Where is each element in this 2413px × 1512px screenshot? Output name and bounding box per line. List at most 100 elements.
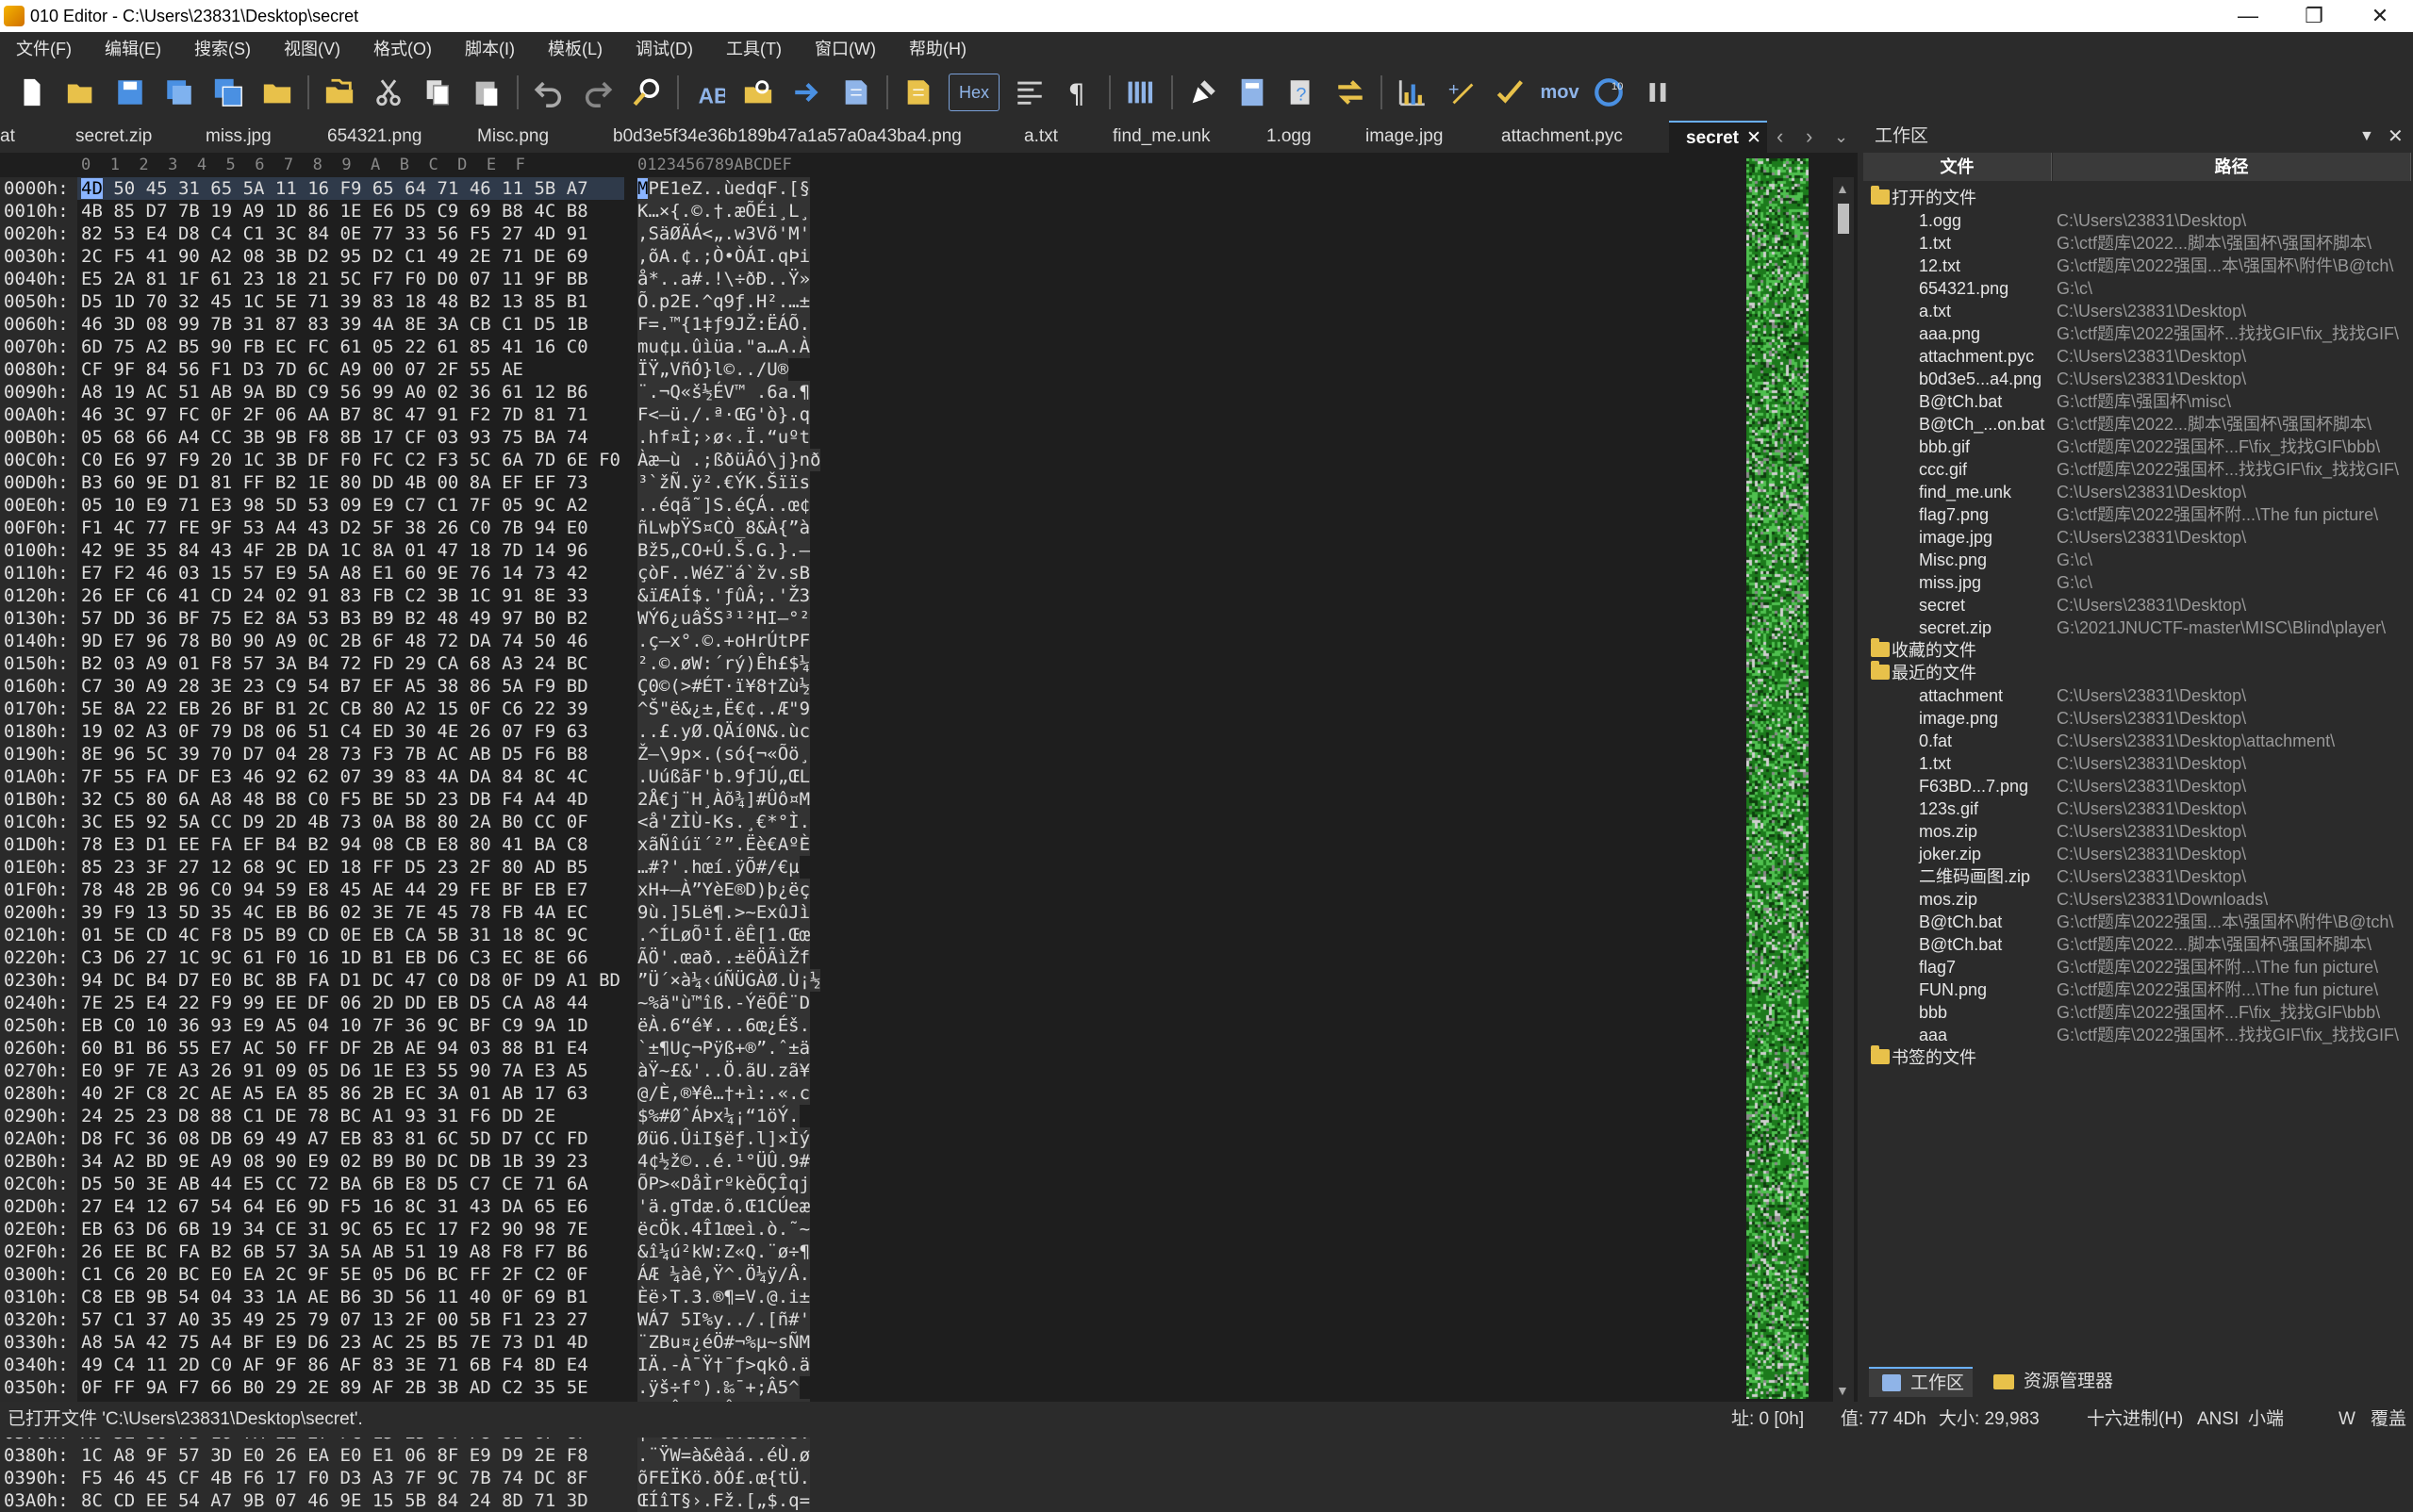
tree-item[interactable]: attachment.pyc C:\Users\23831\Desktop\ [1863,345,2413,368]
hex-row[interactable]: 0220h: C3 D6 27 1C 9C 61 F0 16 1D B1 EB D… [0,946,1848,969]
row-text[interactable]: &î¼ú²kW:Z«Q.¨ø÷¶ [637,1241,811,1263]
tree-item[interactable]: flag7 G:\ctf题库\2022强国杯附...\The fun pictur… [1863,956,2413,978]
row-hex-bytes[interactable]: 05 10 E9 71 E3 98 5D 53 09 E9 C7 C1 7F 0… [81,494,588,517]
row-text[interactable]: .^ÍLøÕ¹Í.ëÊ[1.Œœ [637,924,811,946]
tree-item[interactable]: B@tCh.bat G:\ctf题库\强国杯\misc\ [1863,390,2413,413]
row-hex-bytes[interactable]: 78 E3 D1 EE FA EF B4 B2 94 08 CB E8 80 4… [81,833,588,856]
hex-row[interactable]: 0280h: 40 2F C8 2C AE A5 EA 85 86 2B EC 3… [0,1082,1848,1105]
hex-row[interactable]: 02C0h: D5 50 3E AB 44 E5 CC 72 BA 6B E8 D… [0,1173,1848,1195]
paste-icon[interactable] [468,74,505,111]
hex-row[interactable]: 0340h: 49 C4 11 2D C0 AF 9F 86 AF 83 3E 7… [0,1354,1848,1376]
status-endian[interactable]: 小端 [2248,1402,2284,1438]
menu-item[interactable]: 脚本(I) [449,36,515,60]
row-text[interactable]: çòF..WéZ¨á`žv.sB [637,562,811,584]
row-text[interactable]: MPE1eZ..ùedqF.[§ [637,177,811,200]
hex-row[interactable]: 02A0h: D8 FC 36 08 DB 69 49 A7 EB 83 81 6… [0,1127,1848,1150]
row-text[interactable]: Õ.p2E.^q9ƒ.H².…± [637,290,811,313]
cut-icon[interactable] [370,74,407,111]
hex-row[interactable]: 01D0h: 78 E3 D1 EE FA EF B4 B2 94 08 CB E… [0,833,1848,856]
row-hex-bytes[interactable]: 7F 55 FA DF E3 46 92 62 07 39 83 4A DA 8… [81,765,588,788]
hex-row[interactable]: 0310h: C8 EB 9B 54 04 33 1A AE B6 3D 56 1… [0,1286,1848,1308]
row-hex-bytes[interactable]: 57 DD 36 BF 75 E2 8A 53 B3 B9 B2 48 49 9… [81,607,588,630]
tree-item[interactable]: 1.ogg C:\Users\23831\Desktop\ [1863,209,2413,232]
tree-item[interactable]: 123s.gif C:\Users\23831\Desktop\ [1863,797,2413,820]
row-hex-bytes[interactable]: 26 EF C6 41 CD 24 02 91 83 FB C2 3B 1C 9… [81,584,588,607]
row-hex-bytes[interactable]: 24 25 23 D8 88 C1 DE 78 BC A1 93 31 F6 D… [81,1105,555,1127]
hex-row[interactable]: 0050h: D5 1D 70 32 45 1C 5E 71 39 83 18 4… [0,290,1848,313]
row-hex-bytes[interactable]: 3C E5 92 5A CC D9 2D 4B 73 0A B8 80 2A B… [81,811,588,833]
hex-row[interactable]: 00D0h: B3 60 9E D1 81 FF B2 1E 80 DD 4B 0… [0,471,1848,494]
row-text[interactable]: ..éqã˜]S.éÇÁ..œ¢ [637,494,811,517]
row-hex-bytes[interactable]: 01 5E CD 4C F8 D5 B9 CD 0E EB CA 5B 31 1… [81,924,588,946]
row-text[interactable]: .¨ŸW=à&êàá..éÙ.ø [637,1444,811,1467]
row-text[interactable]: F<—ü./.ª·ŒG'ò}.q [637,403,811,426]
row-hex-bytes[interactable]: 94 DC B4 D7 E0 BC 8B FA D1 DC 47 C0 D8 0… [81,969,620,992]
save-icon[interactable] [111,74,149,111]
pilcrow-icon[interactable]: ¶ [1060,74,1098,111]
tree-item[interactable]: F63BD...7.png C:\Users\23831\Desktop\ [1863,775,2413,797]
tree-item[interactable]: mos.zip C:\Users\23831\Downloads\ [1863,888,2413,911]
row-hex-bytes[interactable]: D8 FC 36 08 DB 69 49 A7 EB 83 81 6C 5D D… [81,1127,588,1150]
row-hex-bytes[interactable]: 4D 50 45 31 65 5A 11 16 F9 65 64 71 46 1… [81,177,588,200]
compare-icon[interactable] [1331,74,1369,111]
tree-item[interactable]: a.txt C:\Users\23831\Desktop\ [1863,300,2413,322]
tree-item[interactable]: joker.zip C:\Users\23831\Desktop\ [1863,843,2413,865]
row-text[interactable]: &ïÆAÍ$.'ƒûÂ;.'Ž3 [637,584,811,607]
panel-close-icon[interactable]: ✕ [2388,121,2404,153]
menu-item[interactable]: 编辑(E) [89,36,161,60]
tree-item[interactable]: image.jpg C:\Users\23831\Desktop\ [1863,526,2413,549]
view-icon[interactable] [1011,74,1049,111]
row-text[interactable]: ¨.¬Q«š½ÉV™ .6a.¶ [637,381,811,403]
workspace-icon[interactable] [321,74,358,111]
hex-editor[interactable]: 0 1 2 3 4 5 6 7 8 9 A B C D E F 01234567… [0,153,1858,1512]
row-text[interactable]: …#?'.hœí.ÿÕ#/€­µ [637,856,800,879]
hex-row[interactable]: 0290h: 24 25 23 D8 88 C1 DE 78 BC A1 93 3… [0,1105,1848,1127]
hex-row[interactable]: 0080h: CF 9F 84 56 F1 D3 7D 6C A9 00 07 2… [0,358,1848,381]
hex-row[interactable]: 0200h: 39 F9 13 5D 35 4C EB B6 02 3E 7E 4… [0,901,1848,924]
row-hex-bytes[interactable]: 8C CD EE 54 A7 9B 07 46 9E 15 5B 84 24 8… [81,1489,588,1512]
tree-item[interactable]: FUN.png G:\ctf题库\2022强国杯附...\The fun pict… [1863,978,2413,1001]
row-text[interactable]: xãÑîúï´²”.Ëè€AºÈ [637,833,811,856]
hex-row[interactable]: 0000h: 4D 50 45 31 65 5A 11 16 F9 65 64 7… [0,177,1848,200]
row-text[interactable]: `±¶Uç¬Pÿß+®”.ˆ±ä [637,1037,811,1060]
tree-item[interactable]: 654321.png G:\c\ [1863,277,2413,300]
tree-item[interactable]: aaa G:\ctf题库\2022强国杯...找找GIF\fix_找找GIF\ [1863,1024,2413,1046]
row-hex-bytes[interactable]: 46 3C 97 FC 0F 2F 06 AA B7 8C 47 91 F2 7… [81,403,588,426]
base-convert-icon[interactable]: 10 [1590,74,1628,111]
row-hex-bytes[interactable]: 2C F5 41 90 A2 08 3B D2 95 D2 C1 49 2E 7… [81,245,588,268]
hex-row[interactable]: 0390h: F5 46 45 CF 4B F6 17 F0 D3 A3 7F 9… [0,1467,1848,1489]
scroll-thumb[interactable] [1838,204,1849,234]
save-as-icon[interactable] [160,74,198,111]
row-text[interactable]: WÁ7 5I%y../.[ñ#' [637,1308,811,1331]
hex-row[interactable]: 01E0h: 85 23 3F 27 12 68 9C ED 18 FF D5 2… [0,856,1848,879]
row-hex-bytes[interactable]: C0 E6 97 F9 20 1C 3B DF F0 FC C2 F3 5C 6… [81,449,620,471]
template-icon[interactable] [900,74,937,111]
menu-item[interactable]: 视图(V) [268,36,340,60]
hex-row[interactable]: 02E0h: EB 63 D6 6B 19 34 CE 31 9C 65 EC 1… [0,1218,1848,1241]
tree-item[interactable]: 1.txt C:\Users\23831\Desktop\ [1863,752,2413,775]
row-hex-bytes[interactable]: 9D E7 96 78 B0 90 A9 0C 2B 6F 48 72 DA 7… [81,630,588,652]
hex-row[interactable]: 0060h: 46 3D 08 99 7B 31 87 83 39 4A 8E 3… [0,313,1848,336]
row-text[interactable]: ³`žÑ.ÿ².€ÝK.Šïïs [637,471,811,494]
menu-item[interactable]: 窗口(W) [799,36,876,60]
row-text[interactable]: Èë›T.3.®¶=V.@.i± [637,1286,811,1308]
tree-item[interactable]: mos.zip C:\Users\23831\Desktop\ [1863,820,2413,843]
status-edit-mode[interactable]: 十六进制(H) [2087,1402,2183,1438]
hex-row[interactable]: 0140h: 9D E7 96 78 B0 90 A9 0C 2B 6F 48 7… [0,630,1848,652]
row-text[interactable]: xH+–À”YèE®D)þ¿ëç [637,879,811,901]
tab-list-icon[interactable]: ⌄ [1834,121,1848,153]
tree-item[interactable]: 12.txt G:\ctf题库\2022强国...本\强国杯\附件\B@tch\ [1863,255,2413,277]
row-text[interactable]: 4¢½ž©..é.¹°ÜÛ.9# [637,1150,811,1173]
row-hex-bytes[interactable]: F5 46 45 CF 4B F6 17 F0 D3 A3 7F 9C 7B 7… [81,1467,588,1489]
row-hex-bytes[interactable]: A8 5A 42 75 A4 BF E9 D6 23 AC 25 B5 7E 7… [81,1331,588,1354]
tree-item[interactable]: find_me.unk C:\Users\23831\Desktop\ [1863,481,2413,503]
hex-row[interactable]: 0330h: A8 5A 42 75 A4 BF E9 D6 23 AC 25 B… [0,1331,1848,1354]
tab-prev-icon[interactable]: ‹ [1777,121,1783,153]
menu-item[interactable]: 文件(F) [0,36,72,60]
hex-row[interactable]: 0010h: 4B 85 D7 7B 19 A9 1D 86 1E E6 D5 C… [0,200,1848,222]
row-hex-bytes[interactable]: 7E 25 E4 22 F9 99 EE DF 06 2D DD EB D5 C… [81,992,588,1014]
maximize-button[interactable]: ❐ [2281,0,2347,32]
hex-row[interactable]: 01F0h: 78 48 2B 96 C0 94 59 E8 45 AE 44 2… [0,879,1848,901]
row-hex-bytes[interactable]: C1 C6 20 BC E0 EA 2C 9F 5E 05 D6 BC FF 2… [81,1263,588,1286]
hex-row[interactable]: 02F0h: 26 EE BC FA B2 6B 57 3A 5A AB 51 1… [0,1241,1848,1263]
